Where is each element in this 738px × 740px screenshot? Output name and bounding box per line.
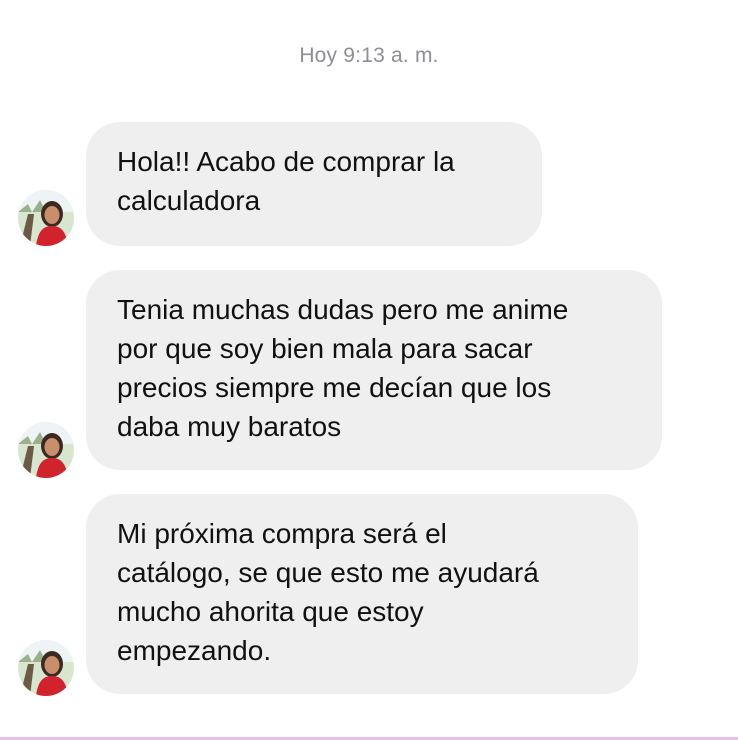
message-text-line: Tenia muchas dudas pero me anime xyxy=(117,294,569,325)
message-text-line: catálogo, se que esto me ayudará xyxy=(117,557,539,588)
avatar-photo-icon xyxy=(18,190,74,246)
message-text-line: Mi próxima compra será el xyxy=(117,518,447,549)
message-text-line: mucho ahorita que estoy xyxy=(117,596,424,627)
chat-thread: Hoy 9:13 a. m. Hola!! Acabo de comprar l… xyxy=(0,0,738,736)
message-text-line: Hola!! Acabo de comprar la xyxy=(117,146,455,177)
avatar-photo-icon xyxy=(18,422,74,478)
avatar-photo-icon xyxy=(18,640,74,696)
contact-avatar[interactable] xyxy=(18,422,74,478)
message-bubble[interactable]: Hola!! Acabo de comprar la calculadora xyxy=(86,122,542,246)
message-text-line: daba muy baratos xyxy=(117,411,342,442)
message-text-line: empezando. xyxy=(117,635,272,666)
message-text-line: calculadora xyxy=(117,185,261,216)
contact-avatar[interactable] xyxy=(18,640,74,696)
message-bubble[interactable]: Tenia muchas dudas pero me anime por que… xyxy=(86,270,662,470)
message-text-line: por que soy bien mala para sacar xyxy=(117,333,533,364)
message-text-line: precios siempre me decían que los xyxy=(117,372,552,403)
contact-avatar[interactable] xyxy=(18,190,74,246)
message-bubble[interactable]: Mi próxima compra será el catálogo, se q… xyxy=(86,494,638,694)
message-timestamp: Hoy 9:13 a. m. xyxy=(299,44,439,67)
